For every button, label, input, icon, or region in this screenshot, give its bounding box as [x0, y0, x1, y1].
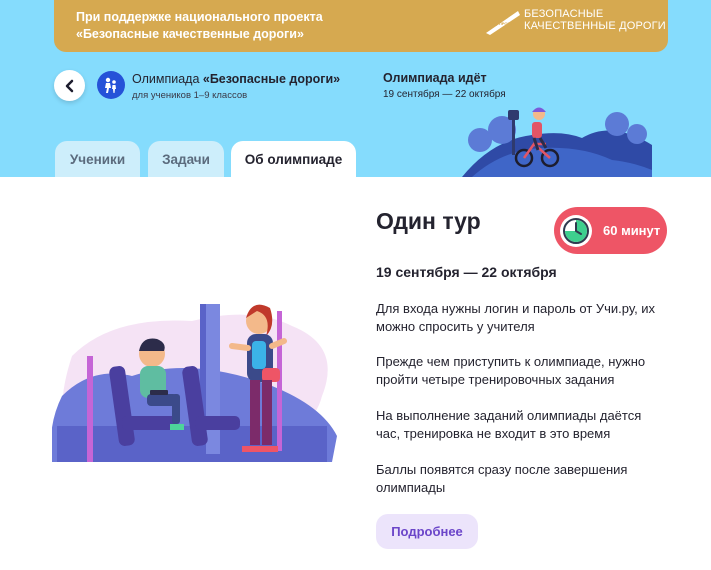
duration-badge: 60 минут [554, 207, 667, 254]
olympiad-subtitle: для учеников 1–9 классов [132, 90, 248, 101]
more-details-button[interactable]: Подробнее [376, 514, 478, 549]
round-title: Один тур [376, 208, 481, 234]
banner-logo-text: БЕЗОПАСНЫЕ КАЧЕСТВЕННЫЕ ДОРОГИ [524, 8, 666, 32]
cyclist-illustration [462, 107, 652, 177]
back-button[interactable] [54, 70, 85, 101]
logo-line-2: КАЧЕСТВЕННЫЕ ДОРОГИ [524, 20, 666, 32]
chevron-left-icon [65, 79, 73, 92]
olympiad-status: Олимпиада идёт [383, 71, 487, 85]
olympiad-logo-icon [97, 71, 125, 99]
info-paragraph-time: На выполнение заданий олимпиады даётся ч… [376, 408, 642, 441]
info-paragraph-login: Для входа нужны логин и пароль от Учи.ру… [376, 301, 656, 334]
info-paragraph-training: Прежде чем приступить к олимпиаде, нужно… [376, 354, 646, 387]
timer-icon [560, 214, 592, 247]
duration-label: 60 минут [603, 223, 661, 238]
round-dates: 19 сентября — 22 октября [376, 264, 557, 280]
olympiad-title: Олимпиада «Безопасные дороги» [132, 72, 340, 86]
logo-small-text: НАЦ. ПРОЕКТЫ [488, 21, 519, 26]
national-projects-logo-icon: НАЦ. ПРОЕКТЫ [486, 11, 520, 35]
olympiad-title-prefix: Олимпиада [132, 72, 203, 86]
tab-about[interactable]: Об олимпиаде [231, 141, 356, 177]
national-project-banner: При поддержке национального проекта «Без… [54, 0, 668, 52]
olympiad-status-dates: 19 сентября — 22 октября [383, 89, 506, 100]
info-paragraph-scores: Баллы появятся сразу после завершения ол… [376, 462, 628, 495]
tab-tasks[interactable]: Задачи [148, 141, 224, 177]
banner-line-1: При поддержке национального проекта [76, 10, 323, 24]
tab-students[interactable]: Ученики [55, 141, 140, 177]
logo-line-1: БЕЗОПАСНЫЕ [524, 8, 604, 20]
banner-line-2: «Безопасные качественные дороги» [76, 27, 304, 41]
bus-illustration [52, 304, 337, 462]
banner-text: При поддержке национального проекта «Без… [76, 9, 323, 43]
olympiad-title-name: «Безопасные дороги» [202, 72, 341, 86]
